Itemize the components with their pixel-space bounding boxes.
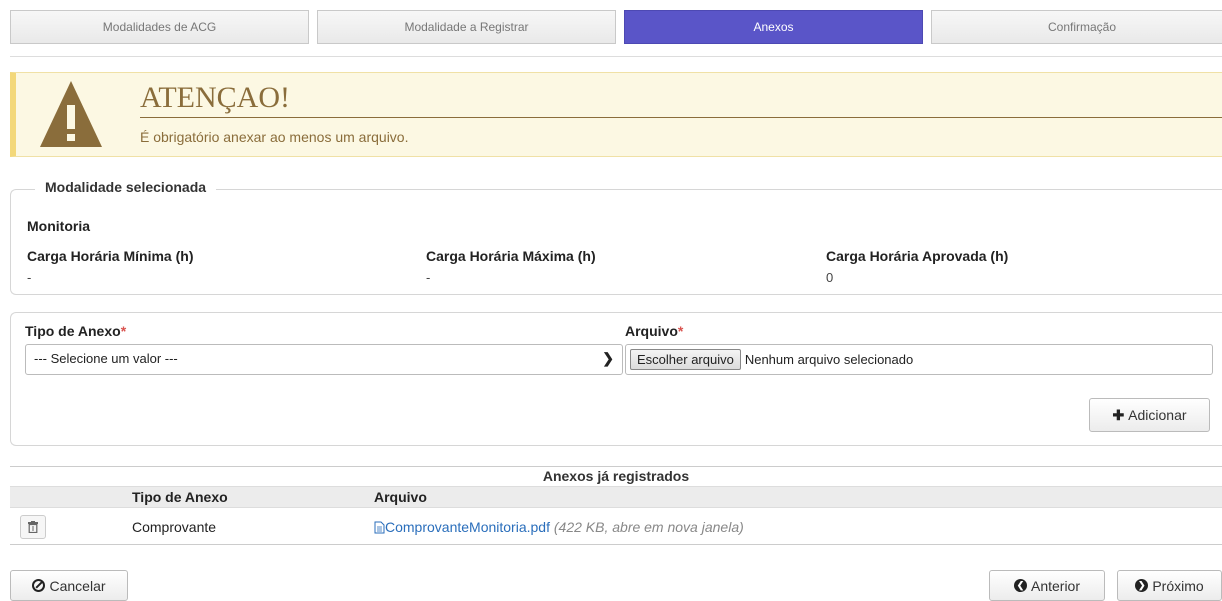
anexos-table: Anexos já registrados Tipo de Anexo Arqu… bbox=[10, 466, 1222, 545]
chevron-right-circle-icon: ❯ bbox=[1135, 579, 1149, 592]
tipo-anexo-selected: --- Selecione um valor --- bbox=[34, 351, 178, 366]
header-arquivo: Arquivo bbox=[374, 489, 427, 505]
carga-minima: Carga Horária Mínima (h) - bbox=[27, 248, 193, 285]
required-mark: * bbox=[677, 323, 684, 339]
alert-divider bbox=[140, 117, 1222, 118]
chevron-down-icon: ❯ bbox=[602, 350, 614, 366]
file-note: (422 KB, abre em nova janela) bbox=[553, 519, 744, 535]
add-button-label: Adicionar bbox=[1128, 407, 1187, 423]
anexo-form: Tipo de Anexo* Arquivo* --- Selecione um… bbox=[10, 312, 1222, 446]
table-caption: Anexos já registrados bbox=[542, 468, 690, 484]
alert-message: É obrigatório anexar ao menos um arquivo… bbox=[140, 129, 409, 145]
arquivo-label: Arquivo* bbox=[625, 323, 683, 339]
modalidade-name: Monitoria bbox=[27, 218, 90, 234]
cancel-button[interactable]: Cancelar bbox=[10, 570, 128, 601]
carga-minima-label: Carga Horária Mínima (h) bbox=[27, 248, 194, 264]
warning-icon bbox=[40, 81, 102, 147]
choose-file-button[interactable]: Escolher arquivo bbox=[630, 349, 741, 370]
previous-label: Anterior bbox=[1030, 577, 1081, 594]
arquivo-file-input[interactable]: Escolher arquivo Nenhum arquivo seleciona… bbox=[625, 344, 1213, 375]
row-arquivo: ComprovanteMonitoria.pdf (422 KB, abre e… bbox=[374, 519, 744, 535]
step-modalidade-registrar[interactable]: Modalidade a Registrar bbox=[317, 10, 616, 44]
file-status: Nenhum arquivo selecionado bbox=[744, 352, 914, 367]
tipo-anexo-label: Tipo de Anexo* bbox=[25, 323, 126, 339]
header-tipo: Tipo de Anexo bbox=[132, 489, 228, 505]
wizard-steps: Modalidades de ACG Modalidade a Registra… bbox=[10, 10, 1222, 44]
trash-icon bbox=[28, 521, 38, 533]
file-link[interactable]: ComprovanteMonitoria.pdf bbox=[385, 519, 550, 535]
add-button[interactable]: ✚ Adicionar bbox=[1089, 398, 1210, 432]
fieldset-legend: Modalidade selecionada bbox=[35, 179, 217, 195]
step-confirmacao[interactable]: Confirmação bbox=[931, 10, 1222, 44]
required-mark: * bbox=[120, 323, 127, 339]
modalidade-fieldset: Modalidade selecionada Monitoria Carga H… bbox=[10, 179, 1222, 295]
next-button[interactable]: ❯ Próximo bbox=[1117, 570, 1222, 601]
carga-aprovada: Carga Horária Aprovada (h) 0 bbox=[826, 248, 1008, 285]
tipo-anexo-label-text: Tipo de Anexo bbox=[25, 323, 121, 339]
carga-aprovada-value: 0 bbox=[826, 270, 834, 285]
cancel-label: Cancelar bbox=[49, 577, 106, 594]
ban-icon bbox=[32, 579, 46, 592]
divider bbox=[10, 56, 1222, 57]
carga-maxima: Carga Horária Máxima (h) - bbox=[426, 248, 596, 285]
plus-icon: ✚ bbox=[1112, 406, 1125, 423]
chevron-left-circle-icon: ❮ bbox=[1013, 579, 1027, 592]
table-row: Comprovante ComprovanteMonitoria.pdf (42… bbox=[10, 507, 1222, 545]
carga-aprovada-label: Carga Horária Aprovada (h) bbox=[826, 248, 1009, 264]
warning-alert: ATENÇAO! É obrigatório anexar ao menos u… bbox=[10, 72, 1222, 157]
step-anexos[interactable]: Anexos bbox=[624, 10, 923, 44]
tipo-anexo-select[interactable]: --- Selecione um valor --- ❯ bbox=[25, 344, 623, 375]
arquivo-label-text: Arquivo bbox=[625, 323, 678, 339]
table-header: Tipo de Anexo Arquivo bbox=[10, 486, 1222, 507]
alert-title: ATENÇAO! bbox=[140, 81, 290, 114]
delete-button[interactable] bbox=[20, 515, 46, 539]
step-modalidades[interactable]: Modalidades de ACG bbox=[10, 10, 309, 44]
carga-minima-value: - bbox=[27, 270, 32, 285]
previous-button[interactable]: ❮ Anterior bbox=[989, 570, 1105, 601]
file-icon bbox=[374, 521, 385, 534]
carga-maxima-value: - bbox=[426, 270, 431, 285]
next-label: Próximo bbox=[1152, 577, 1204, 594]
carga-maxima-label: Carga Horária Máxima (h) bbox=[426, 248, 596, 264]
row-tipo: Comprovante bbox=[132, 519, 217, 535]
